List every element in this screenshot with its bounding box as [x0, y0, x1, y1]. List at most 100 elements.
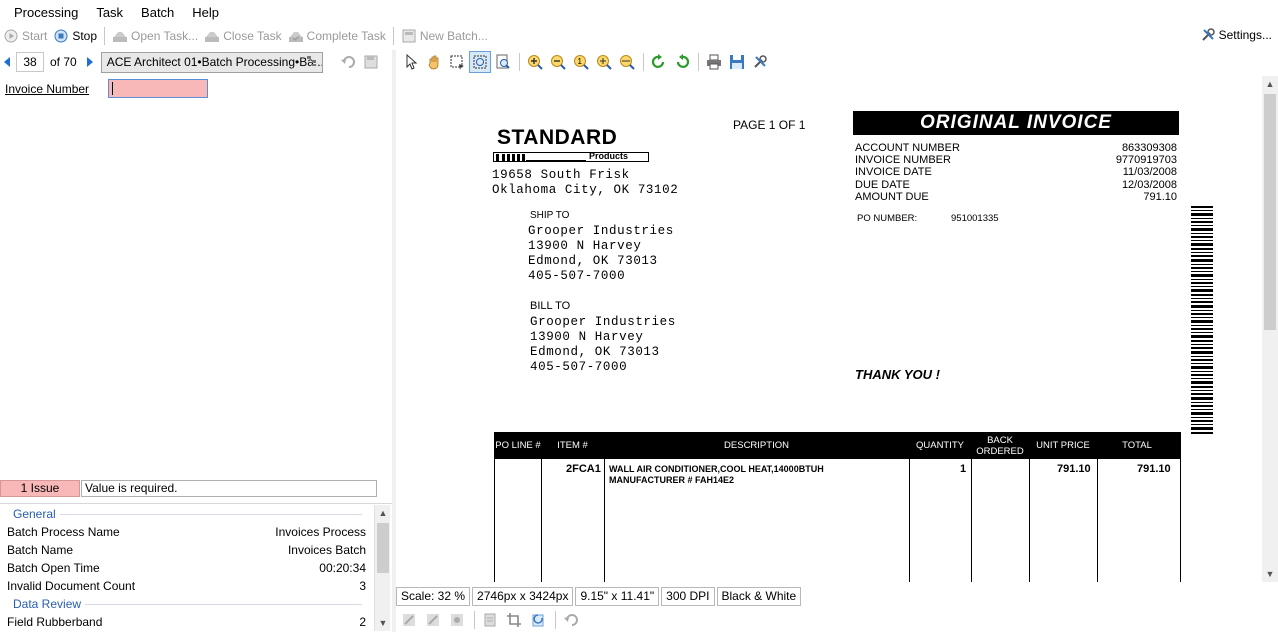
barcode	[1191, 206, 1213, 434]
undo-icon	[564, 614, 578, 626]
document-viewer[interactable]: STANDARD Products 19658 South Frisk Okla…	[396, 76, 1262, 582]
zoom-actual-icon: 1	[574, 55, 589, 70]
batch-path-text: ACE Architect 01•Batch Processing•Ba...	[106, 54, 323, 69]
settings-button[interactable]: Settings...	[1200, 27, 1272, 43]
select-pointer-button[interactable]	[400, 51, 422, 73]
po-number-value: 951001335	[951, 213, 999, 224]
zoom-in-icon	[528, 55, 543, 70]
undo-icon	[340, 56, 355, 68]
scroll-up-icon[interactable]: ▲	[1262, 76, 1278, 92]
save-image-button[interactable]	[726, 51, 748, 73]
fit-page-button[interactable]	[593, 51, 615, 73]
edit-tool-1-button[interactable]	[398, 610, 420, 630]
col-unit-price: UNIT PRICE	[1036, 440, 1090, 451]
next-page-button[interactable]	[83, 54, 97, 70]
dpi-status: 300 DPI	[661, 586, 715, 606]
line-item-description-2: MANUFACTURER # FAH14E2	[609, 475, 735, 485]
property-row: Field Rubberband 2	[0, 613, 392, 631]
image-toolbar: 1	[396, 50, 1278, 74]
triangle-right-icon	[86, 57, 93, 67]
property-key: Batch Name	[7, 543, 74, 557]
close-task-button[interactable]: Close Task	[201, 25, 284, 47]
ship-to-address: Grooper Industries 13900 N Harvey Edmond…	[528, 224, 674, 283]
menu-help[interactable]: Help	[186, 5, 225, 20]
property-value: Invoices Process	[275, 525, 366, 539]
col-quantity: QUANTITY	[915, 440, 965, 451]
prev-page-button[interactable]	[0, 54, 14, 70]
zoom-in-button[interactable]	[524, 51, 546, 73]
magnifier-button[interactable]	[492, 51, 514, 73]
bill-to-label: BILL TO	[530, 300, 571, 312]
scroll-up-icon[interactable]: ▲	[375, 505, 391, 521]
new-batch-button[interactable]: New Batch...	[398, 25, 491, 47]
document-icon	[484, 613, 496, 627]
menu-task[interactable]: Task	[90, 5, 129, 20]
toolbar-separator	[104, 27, 106, 45]
pan-button[interactable]	[423, 51, 445, 73]
tools-icon	[754, 55, 767, 68]
group-general[interactable]: General	[0, 505, 392, 523]
rubberband-select-button[interactable]	[446, 51, 468, 73]
print-button[interactable]	[703, 51, 725, 73]
menu-processing[interactable]: Processing	[8, 5, 84, 20]
scale-status: Scale: 32 %	[396, 586, 471, 606]
rotate-page-button[interactable]	[527, 610, 549, 630]
open-task-icon	[112, 28, 128, 44]
logo-subtitle: Products	[589, 151, 629, 161]
thank-you-text: THANK YOU !	[855, 367, 940, 382]
open-task-button[interactable]: Open Task...	[109, 25, 201, 47]
triangle-left-icon	[4, 57, 10, 67]
edit-tool-4-button[interactable]	[479, 610, 501, 630]
invoice-number-field[interactable]	[108, 79, 208, 98]
zoom-rect-button[interactable]	[469, 51, 491, 73]
page-indicator: PAGE 1 OF 1	[733, 118, 806, 132]
line-item-description: WALL AIR CONDITIONER,COOL HEAT,14000BTUH	[609, 464, 824, 474]
pixel-size-status: 2746px x 3424px	[472, 586, 574, 606]
zoom-out-button[interactable]	[547, 51, 569, 73]
edit-tool-3-button[interactable]	[446, 610, 468, 630]
property-scrollbar[interactable]: ▲ ▼	[374, 505, 390, 631]
group-data-review[interactable]: Data Review	[0, 595, 392, 613]
zoom-fit-icon	[597, 55, 612, 70]
menu-batch[interactable]: Batch	[135, 5, 180, 20]
scroll-down-icon[interactable]: ▼	[375, 615, 391, 631]
logo-bar: Products	[493, 151, 649, 162]
stop-icon	[53, 28, 69, 44]
scroll-thumb[interactable]	[1264, 94, 1276, 330]
complete-task-button[interactable]: Complete Task	[285, 25, 389, 47]
save-button[interactable]	[360, 51, 382, 73]
edit-tool-2-button[interactable]	[422, 610, 444, 630]
complete-task-label: Complete Task	[306, 29, 386, 43]
stop-button[interactable]: Stop	[50, 25, 100, 47]
fit-width-button[interactable]	[616, 51, 638, 73]
undo-edit-button[interactable]	[560, 610, 582, 630]
batch-path-dropdown[interactable]: ACE Architect 01•Batch Processing•Ba...	[100, 51, 323, 73]
image-settings-button[interactable]	[749, 51, 771, 73]
rotate-left-button[interactable]	[671, 51, 693, 73]
property-key: Batch Process Name	[7, 525, 120, 539]
po-number-label: PO NUMBER:	[857, 213, 918, 224]
scroll-down-icon[interactable]: ▼	[1262, 566, 1278, 582]
open-task-label: Open Task...	[131, 29, 199, 43]
document-navigator: 38 of 70 ACE Architect 01•Batch Processi…	[0, 50, 392, 74]
rotate-right-button[interactable]	[648, 51, 670, 73]
hand-icon	[428, 55, 439, 70]
property-row: Batch Process Name Invoices Process	[0, 523, 392, 541]
issue-count-badge[interactable]: 1 Issue	[0, 479, 80, 497]
property-row: Invalid Document Count 3	[0, 577, 392, 595]
actual-size-button[interactable]: 1	[570, 51, 592, 73]
crop-button[interactable]	[503, 610, 525, 630]
undo-button[interactable]	[337, 51, 359, 73]
invoice-number-label[interactable]: Invoice Number	[5, 82, 89, 96]
text-caret	[112, 82, 113, 95]
start-button[interactable]: Start	[0, 25, 50, 47]
page-number-input[interactable]: 38	[16, 52, 44, 72]
zoom-region-icon	[473, 55, 487, 69]
bill-to-address: Grooper Industries 13900 N Harvey Edmond…	[530, 315, 676, 374]
property-value: 00:20:34	[319, 561, 366, 575]
magnifier-icon	[496, 54, 510, 69]
viewer-scrollbar[interactable]: ▲ ▼	[1262, 76, 1278, 582]
property-row: Batch Name Invoices Batch	[0, 541, 392, 559]
scroll-thumb[interactable]	[377, 523, 389, 573]
property-value: 3	[359, 579, 366, 593]
